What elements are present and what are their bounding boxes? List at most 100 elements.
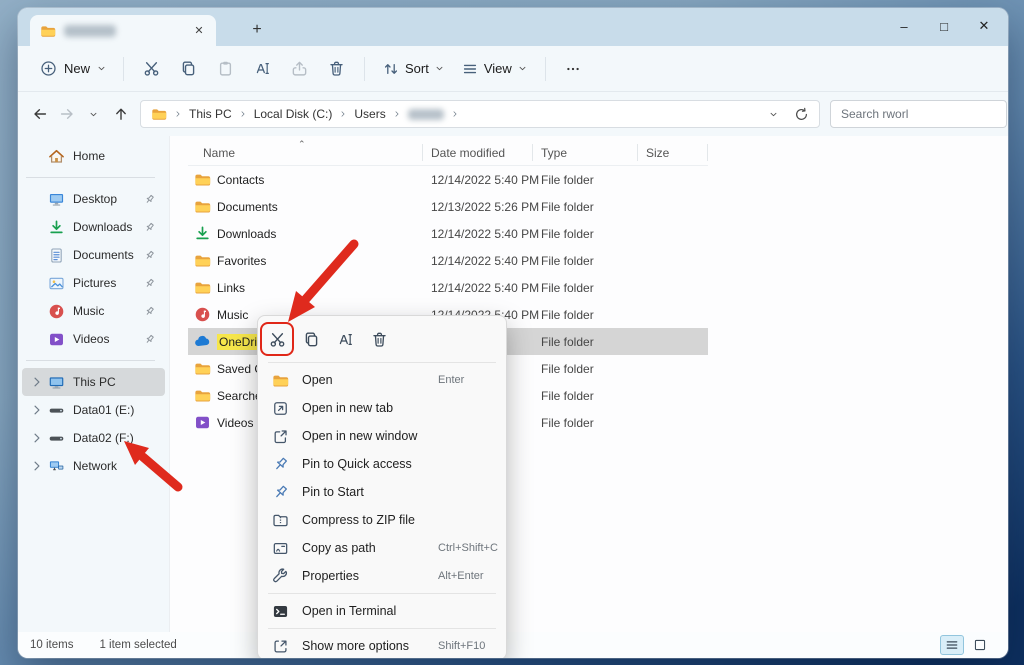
column-header-date-modified[interactable]: Date modified: [423, 140, 533, 165]
icons-view-button[interactable]: [968, 635, 992, 655]
plus-circle-icon: [40, 60, 57, 77]
sidebar-item-music[interactable]: Music: [22, 297, 165, 325]
arrow-right-icon: [59, 106, 75, 122]
menu-item-open-in-new-window[interactable]: Open in new window: [262, 422, 502, 450]
menu-item-pin-to-quick-access[interactable]: Pin to Quick access: [262, 450, 502, 478]
menu-item-open-in-terminal[interactable]: Open in Terminal: [262, 597, 502, 625]
tab-strip: ✕ + – □ ✕: [18, 8, 1008, 46]
up-button[interactable]: [107, 99, 134, 129]
file-explorer-window: ✕ + – □ ✕ New Sort: [18, 8, 1008, 658]
breadcrumb-users[interactable]: Users: [354, 107, 385, 121]
network-icon: [48, 458, 65, 475]
items-count: 10 items: [30, 639, 73, 651]
breadcrumb-local-disk-c[interactable]: Local Disk (C:): [254, 107, 333, 121]
column-header-size[interactable]: Size: [638, 140, 708, 165]
breadcrumb-this-pc[interactable]: This PC: [189, 107, 232, 121]
column-header-type[interactable]: Type: [533, 140, 638, 165]
expand-chevron-icon[interactable]: [30, 431, 44, 445]
menu-item-pin-to-start[interactable]: Pin to Start: [262, 478, 502, 506]
view-button[interactable]: View: [453, 55, 536, 83]
sidebar-item-downloads[interactable]: Downloads: [22, 213, 165, 241]
sort-button[interactable]: Sort: [374, 55, 453, 83]
file-row-favorites[interactable]: Favorites12/14/2022 5:40 PMFile folder: [188, 247, 708, 274]
chevron-down-icon: [435, 64, 444, 73]
back-button[interactable]: [26, 99, 53, 129]
column-header-name[interactable]: Name⌃: [188, 140, 423, 165]
file-list-header: Name⌃Date modifiedTypeSize: [188, 140, 708, 166]
address-dropdown-icon[interactable]: [769, 110, 778, 119]
forward-button[interactable]: [53, 99, 80, 129]
rename-button[interactable]: [244, 53, 281, 85]
context-cut-button[interactable]: [262, 324, 292, 354]
share-icon: [291, 60, 308, 77]
expand-chevron-icon[interactable]: [30, 459, 44, 473]
file-row-contacts[interactable]: Contacts12/14/2022 5:40 PMFile folder: [188, 166, 708, 193]
sidebar-item-network[interactable]: Network: [22, 452, 165, 480]
refresh-icon[interactable]: [794, 107, 809, 122]
delete-icon: [328, 60, 345, 77]
context-copy-button[interactable]: [296, 324, 326, 354]
menu-divider: [268, 362, 496, 363]
tab-title-redacted: [64, 25, 116, 37]
sidebar-item-data01-e[interactable]: Data01 (E:): [22, 396, 165, 424]
saved-games-icon: [194, 360, 211, 377]
search-input[interactable]: [831, 107, 1000, 121]
breadcrumb-chevron-icon: [239, 110, 247, 118]
address-row: This PC Local Disk (C:) Users: [18, 92, 1008, 136]
toolbar-separator: [364, 57, 365, 81]
close-button[interactable]: ✕: [964, 12, 1004, 40]
sort-button-label: Sort: [405, 61, 429, 76]
file-row-documents[interactable]: Documents12/13/2022 5:26 PMFile folder: [188, 193, 708, 220]
chevron-down-icon: [89, 110, 98, 119]
view-icon: [462, 61, 478, 77]
share-button[interactable]: [281, 53, 318, 85]
menu-item-open-in-new-tab[interactable]: Open in new tab: [262, 394, 502, 422]
menu-item-open[interactable]: OpenEnter: [262, 366, 502, 394]
menu-item-compress-to-zip-file[interactable]: Compress to ZIP file: [262, 506, 502, 534]
sidebar-item-videos[interactable]: Videos: [22, 325, 165, 353]
paste-button[interactable]: [207, 53, 244, 85]
details-view-button[interactable]: [940, 635, 964, 655]
paste-icon: [217, 60, 234, 77]
menu-item-properties[interactable]: PropertiesAlt+Enter: [262, 562, 502, 590]
context-delete-button[interactable]: [364, 324, 394, 354]
new-tab-button[interactable]: +: [244, 17, 270, 43]
file-row-downloads[interactable]: Downloads12/14/2022 5:40 PMFile folder: [188, 220, 708, 247]
view-button-label: View: [484, 61, 512, 76]
pin-icon: [143, 221, 156, 234]
menu-shortcut: Alt+Enter: [438, 570, 484, 582]
sidebar-item-pictures[interactable]: Pictures: [22, 269, 165, 297]
address-bar[interactable]: This PC Local Disk (C:) Users: [140, 100, 820, 128]
pin-icon: [143, 333, 156, 346]
terminal-icon: [272, 603, 289, 620]
desktop-background: ✕ + – □ ✕ New Sort: [0, 0, 1024, 665]
see-more-button[interactable]: [555, 53, 592, 85]
cut-button[interactable]: [133, 53, 170, 85]
recent-locations-button[interactable]: [80, 99, 107, 129]
menu-item-show-more-options[interactable]: Show more optionsShift+F10: [262, 632, 502, 658]
data01-e-icon: [48, 402, 65, 419]
tab-close-icon[interactable]: ✕: [190, 22, 208, 40]
delete-button[interactable]: [318, 53, 355, 85]
expand-chevron-icon[interactable]: [30, 375, 44, 389]
sidebar-item-home[interactable]: Home: [22, 142, 165, 170]
copy-button[interactable]: [170, 53, 207, 85]
sidebar-item-desktop[interactable]: Desktop: [22, 185, 165, 213]
sidebar-item-data02-f[interactable]: Data02 (F:): [22, 424, 165, 452]
minimize-button[interactable]: –: [884, 12, 924, 40]
maximize-button[interactable]: □: [924, 12, 964, 40]
context-rename-button[interactable]: [330, 324, 360, 354]
expand-chevron-icon[interactable]: [30, 403, 44, 417]
rename-icon: [254, 60, 271, 77]
file-row-links[interactable]: Links12/14/2022 5:40 PMFile folder: [188, 274, 708, 301]
menu-item-copy-as-path[interactable]: Copy as pathCtrl+Shift+C: [262, 534, 502, 562]
sidebar-item-documents[interactable]: Documents: [22, 241, 165, 269]
new-button[interactable]: New: [32, 54, 114, 83]
sort-icon: [383, 61, 399, 77]
ellipsis-icon: [565, 61, 581, 77]
pin-icon: [143, 193, 156, 206]
pin-icon: [143, 249, 156, 262]
explorer-tab[interactable]: ✕: [30, 15, 216, 46]
sidebar-item-this-pc[interactable]: This PC: [22, 368, 165, 396]
breadcrumb-chevron-icon: [393, 110, 401, 118]
